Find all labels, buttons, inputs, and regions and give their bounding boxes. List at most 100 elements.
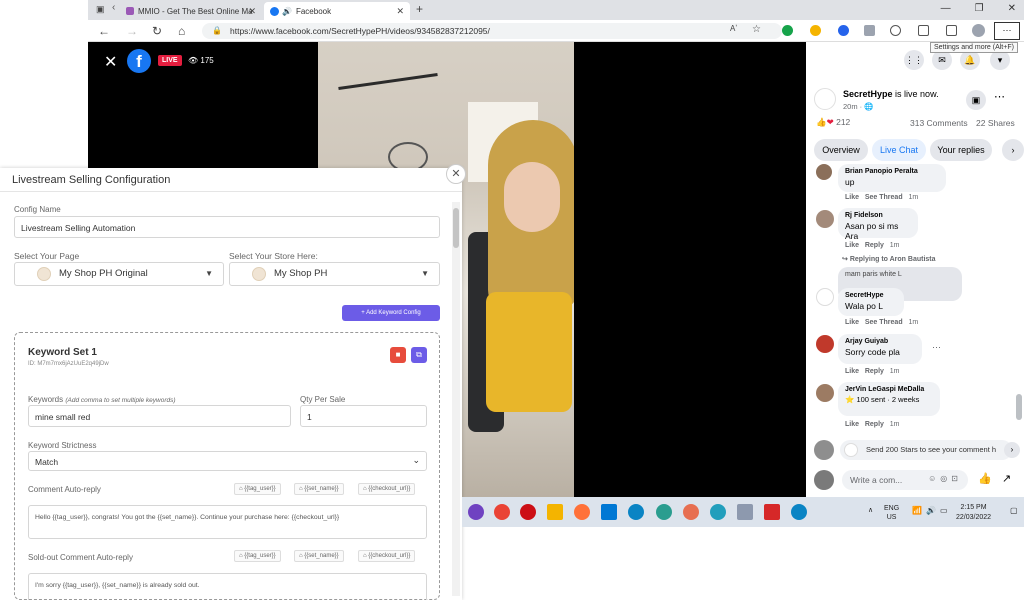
app-red-icon[interactable] (764, 504, 780, 520)
commenter-avatar[interactable] (816, 384, 834, 402)
like-action[interactable]: Like (845, 368, 859, 375)
commenter-avatar[interactable] (816, 210, 834, 228)
messenger-icon[interactable]: ✉ (932, 50, 952, 70)
share-icon[interactable]: ↗ (1002, 472, 1011, 485)
chevron-right-icon[interactable]: › (1002, 139, 1024, 161)
app-window-icon[interactable] (737, 504, 753, 520)
copy-keyword-button[interactable]: ⧉ (411, 347, 427, 363)
page-name[interactable]: SecretHype (843, 89, 893, 99)
forward-icon[interactable]: → (126, 24, 138, 38)
chrome-profile-icon[interactable] (656, 504, 672, 520)
panel-scrollbar[interactable] (452, 202, 460, 596)
close-tab-icon[interactable]: ✕ (396, 6, 404, 17)
maximize-icon[interactable]: ❐ (975, 3, 984, 14)
commenter-avatar[interactable] (816, 164, 832, 180)
minimize-icon[interactable]: — (941, 3, 951, 14)
edge-icon[interactable] (628, 504, 644, 520)
refresh-icon[interactable]: ↻ (152, 24, 162, 38)
scroll-thumb[interactable] (453, 208, 459, 248)
language-indicator[interactable]: ENG US (884, 504, 899, 522)
checkout-url-button[interactable]: ⌂ {{checkout_url}} (358, 550, 416, 562)
profile-avatar[interactable] (972, 24, 985, 37)
like-thumb-icon[interactable]: 👍 (978, 472, 992, 485)
close-window-icon[interactable]: ✕ (1008, 3, 1016, 14)
firefox-icon[interactable] (574, 504, 590, 520)
app-icon[interactable] (468, 504, 484, 520)
qty-input[interactable]: 1 (300, 405, 427, 427)
new-tab-icon[interactable]: + (416, 2, 423, 16)
tab-live-chat[interactable]: Live Chat (872, 139, 926, 161)
favorites-icon[interactable] (918, 25, 929, 36)
account-menu-icon[interactable]: ▾ (990, 50, 1010, 70)
comment-author[interactable]: Brian Panopio Peralta (845, 168, 939, 175)
tag-user-button[interactable]: ⌂ {{tag_user}} (234, 483, 281, 495)
emoji-extension-icon[interactable] (810, 25, 821, 36)
shares-count[interactable]: 22 Shares (976, 118, 1015, 128)
delete-keyword-button[interactable]: ■ (390, 347, 406, 363)
like-action[interactable]: Like (845, 194, 859, 201)
extensions-icon[interactable] (890, 25, 901, 36)
comment-author[interactable]: SecretHype (845, 292, 897, 299)
tag-user-button[interactable]: ⌂ {{tag_user}} (234, 550, 281, 562)
more-options-icon[interactable]: ⋯ (994, 90, 1005, 103)
commenter-avatar[interactable] (816, 335, 834, 353)
comment-tools-icons[interactable]: ☺◎⊡ (928, 474, 962, 483)
see-thread-action[interactable]: See Thread (865, 194, 903, 201)
like-action[interactable]: Like (845, 319, 859, 326)
edge-beta-icon[interactable] (791, 504, 807, 520)
edge-dev-icon[interactable] (710, 504, 726, 520)
strictness-select[interactable]: Match ⌄ (28, 451, 427, 471)
speaker-icon[interactable]: 🔊 (282, 7, 292, 16)
notifications-bell-icon[interactable]: 🔔 (960, 50, 980, 70)
like-action[interactable]: Like (845, 421, 859, 428)
extension-blue-icon[interactable] (838, 25, 849, 36)
tab-actions-icon[interactable]: ▣ (96, 4, 105, 15)
notifications-icon[interactable]: ▢ (1010, 506, 1018, 515)
write-comment-input[interactable]: Write a com... ☺◎⊡ (842, 470, 968, 490)
volume-icon[interactable]: 🔊 (926, 506, 936, 515)
checkout-url-button[interactable]: ⌂ {{checkout_url}} (358, 483, 416, 495)
close-video-icon[interactable]: ✕ (104, 52, 117, 72)
network-icon[interactable]: 📶 (912, 506, 922, 515)
reply-action[interactable]: Reply (865, 421, 884, 428)
chevron-right-icon[interactable]: › (1004, 442, 1020, 458)
comments-count[interactable]: 313 Comments (910, 118, 968, 128)
facebook-logo-icon[interactable]: f (127, 49, 151, 73)
comment-reply-textarea[interactable]: Hello {{tag_user}}, congrats! You got th… (28, 505, 427, 539)
keywords-input[interactable]: mine small red (28, 405, 291, 427)
read-aloud-icon[interactable]: Aʼ (730, 24, 737, 33)
user-avatar[interactable] (814, 440, 834, 460)
clock[interactable]: 2:15 PM 22/03/2022 (956, 503, 991, 523)
camera-icon[interactable] (864, 25, 875, 36)
file-explorer-icon[interactable] (547, 504, 563, 520)
set-name-button[interactable]: ⌂ {{set_name}} (294, 483, 344, 495)
tab-facebook[interactable]: 🔊 Facebook ✕ (264, 2, 410, 20)
tab-your-replies[interactable]: Your replies (930, 139, 992, 161)
back-icon[interactable]: ← (98, 24, 110, 38)
battery-icon[interactable]: ▭ (940, 506, 948, 515)
favorite-icon[interactable]: ☆ (752, 24, 761, 35)
send-stars-prompt[interactable]: Send 200 Stars to see your comment h (840, 440, 1012, 460)
close-panel-button[interactable]: ✕ (446, 164, 466, 184)
back-tabs-icon[interactable]: ‹ (112, 2, 115, 13)
comment-author[interactable]: JerVin LeGaspi MeDalla (845, 386, 933, 393)
settings-more-button[interactable]: ··· (994, 22, 1020, 40)
tab-mmio[interactable]: MMIO - Get The Best Online Ma ✕ (120, 2, 262, 20)
user-avatar[interactable] (814, 470, 834, 490)
like-action[interactable]: Like (845, 242, 859, 249)
comment-author[interactable]: Arjay Guiyab (845, 338, 915, 345)
reply-action[interactable]: Reply (865, 368, 884, 375)
reactions-row[interactable]: 👍❤ 212 (816, 117, 850, 128)
chrome-icon[interactable] (494, 504, 510, 520)
soldout-reply-textarea[interactable]: I'm sorry {{tag_user}}, {{set_name}} is … (28, 573, 427, 600)
vscode-icon[interactable] (601, 504, 617, 520)
tab-overview[interactable]: Overview (814, 139, 868, 161)
store-select[interactable]: My Shop PH ▼ (229, 262, 440, 286)
config-name-input[interactable]: Livestream Selling Automation (14, 216, 440, 238)
home-icon[interactable]: ⌂ (178, 24, 185, 38)
comment-author[interactable]: Rj Fidelson (845, 212, 911, 219)
save-icon[interactable]: ▣ (966, 90, 986, 110)
comment-more-icon[interactable]: ⋯ (932, 342, 941, 353)
page-avatar[interactable] (816, 288, 834, 306)
show-hidden-icons[interactable]: ∧ (868, 506, 873, 514)
